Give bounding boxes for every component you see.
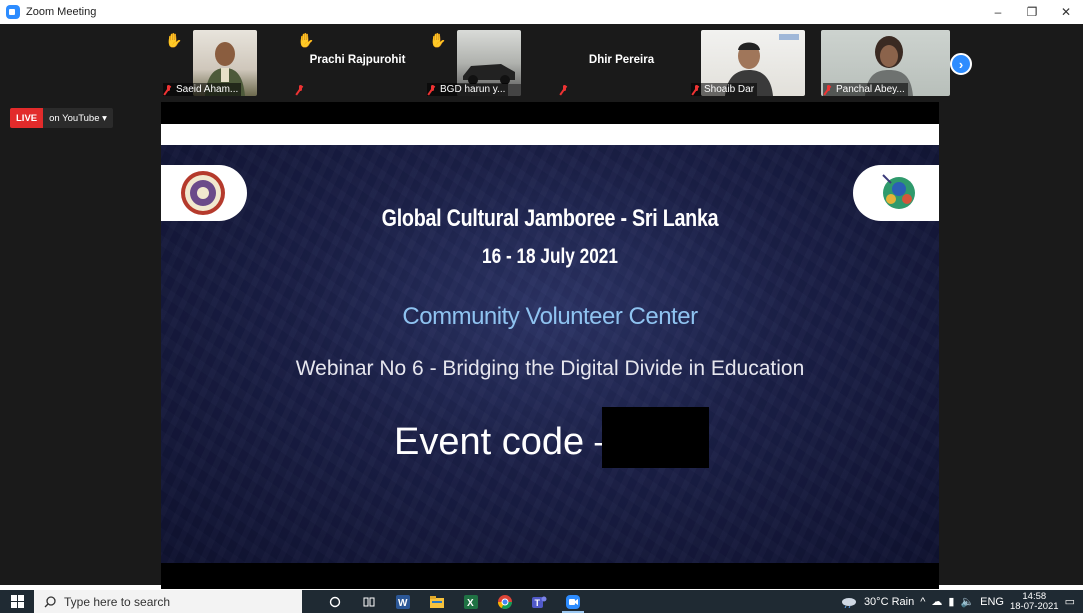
participant-label <box>559 84 572 96</box>
title-bar: Zoom Meeting – ❐ ✕ <box>0 0 1083 24</box>
windows-logo-icon <box>10 595 24 608</box>
teams-app-icon[interactable]: T <box>522 590 556 613</box>
participant-label <box>295 84 308 96</box>
participant-name: Shoaib Dar <box>704 84 755 95</box>
participant-label: BGD harun y... <box>427 83 509 96</box>
minimize-button[interactable]: – <box>981 0 1015 24</box>
meeting-area: ✋ Saeid Aham... ✋ Prachi Rajpurohit ✋ BG… <box>0 24 1083 589</box>
file-explorer-icon[interactable] <box>420 590 454 613</box>
muted-mic-icon <box>824 84 833 95</box>
chrome-app-icon[interactable] <box>488 590 522 613</box>
svg-text:X: X <box>467 598 474 609</box>
search-icon <box>44 595 56 607</box>
participant-label: Panchal Abey... <box>823 83 908 96</box>
participant-name: Prachi Rajpurohit <box>309 54 406 66</box>
search-placeholder: Type here to search <box>64 594 171 609</box>
network-icon[interactable]: ▮ <box>948 595 954 608</box>
notifications-icon[interactable]: ▭ <box>1065 595 1075 608</box>
live-destination: on YouTube ▾ <box>43 108 113 128</box>
live-label: LIVE <box>10 108 44 128</box>
participant-tile[interactable]: Dhir Pereira <box>557 26 686 98</box>
zoom-logo-icon <box>6 5 20 19</box>
restore-button[interactable]: ❐ <box>1015 0 1049 24</box>
muted-mic-icon <box>692 84 701 95</box>
weather-rain-icon <box>841 597 856 608</box>
clock-time: 14:58 <box>1022 590 1047 602</box>
event-code-label: Event code – <box>394 421 616 463</box>
live-stream-badge[interactable]: LIVE on YouTube ▾ <box>10 108 113 128</box>
participant-name: Panchal Abey... <box>836 84 905 95</box>
participant-tile[interactable]: ✋ Saeid Aham... <box>161 26 290 98</box>
participant-name: Saeid Aham... <box>176 84 239 95</box>
slide-webinar-title: Webinar No 6 - Bridging the Digital Divi… <box>295 357 805 380</box>
participant-tile[interactable]: ✋ BGD harun y... <box>425 26 554 98</box>
volume-icon[interactable]: 🔈 <box>960 595 974 608</box>
close-button[interactable]: ✕ <box>1049 0 1083 24</box>
clock-date: 18-07-2021 <box>1009 600 1059 612</box>
participant-tile[interactable]: ✋ Prachi Rajpurohit <box>293 26 422 98</box>
slide-subtitle: Community Volunteer Center <box>402 303 698 330</box>
redacted-event-code <box>602 407 709 468</box>
system-tray: 30°C Rain ^ ☁ ▮ 🔈 ENG 14:58 18-07-2021 ▭ <box>840 590 1083 613</box>
muted-mic-icon <box>164 84 173 95</box>
taskbar-search-box[interactable]: Type here to search <box>34 590 302 613</box>
slide-title: Global Cultural Jamboree - Sri Lanka <box>381 205 719 232</box>
svg-text:T: T <box>535 598 541 608</box>
muted-mic-icon <box>296 85 305 95</box>
taskbar-clock[interactable]: 14:58 18-07-2021 <box>1009 590 1059 612</box>
participant-name: Dhir Pereira <box>588 54 655 66</box>
excel-app-icon[interactable]: X <box>454 590 488 613</box>
word-app-icon[interactable]: W <box>386 590 420 613</box>
weather-text[interactable]: 30°C Rain <box>864 596 914 608</box>
chevron-up-icon[interactable]: ^ <box>920 596 925 608</box>
raised-hand-icon: ✋ <box>165 32 183 48</box>
shared-screen: Global Cultural Jamboree - Sri Lanka 16 … <box>161 102 939 589</box>
next-participants-button[interactable]: › <box>950 53 972 75</box>
participant-tile[interactable]: Shoaib Dar <box>689 26 818 98</box>
onedrive-icon[interactable]: ☁ <box>931 595 942 608</box>
muted-mic-icon <box>560 85 569 95</box>
language-indicator[interactable]: ENG <box>980 596 1004 608</box>
participant-name: BGD harun y... <box>440 84 506 95</box>
svg-text:W: W <box>398 598 408 609</box>
participant-strip: ✋ Saeid Aham... ✋ Prachi Rajpurohit ✋ BG… <box>161 26 950 98</box>
cortana-icon[interactable] <box>318 590 352 613</box>
raised-hand-icon: ✋ <box>429 32 447 48</box>
slide-dates: 16 - 18 July 2021 <box>482 245 618 268</box>
participant-label: Saeid Aham... <box>163 83 242 96</box>
window-title: Zoom Meeting <box>26 6 97 18</box>
windows-taskbar: Type here to search W X T 30°C Rain ^ ☁ … <box>0 590 1083 613</box>
participant-tile[interactable]: Panchal Abey... <box>821 26 950 98</box>
participant-label: Shoaib Dar <box>691 83 758 96</box>
muted-mic-icon <box>428 84 437 95</box>
raised-hand-icon: ✋ <box>297 32 315 48</box>
task-view-icon[interactable] <box>352 590 386 613</box>
presentation-slide: Global Cultural Jamboree - Sri Lanka 16 … <box>161 145 939 563</box>
start-button[interactable] <box>0 590 34 613</box>
zoom-app-icon[interactable] <box>556 590 590 613</box>
